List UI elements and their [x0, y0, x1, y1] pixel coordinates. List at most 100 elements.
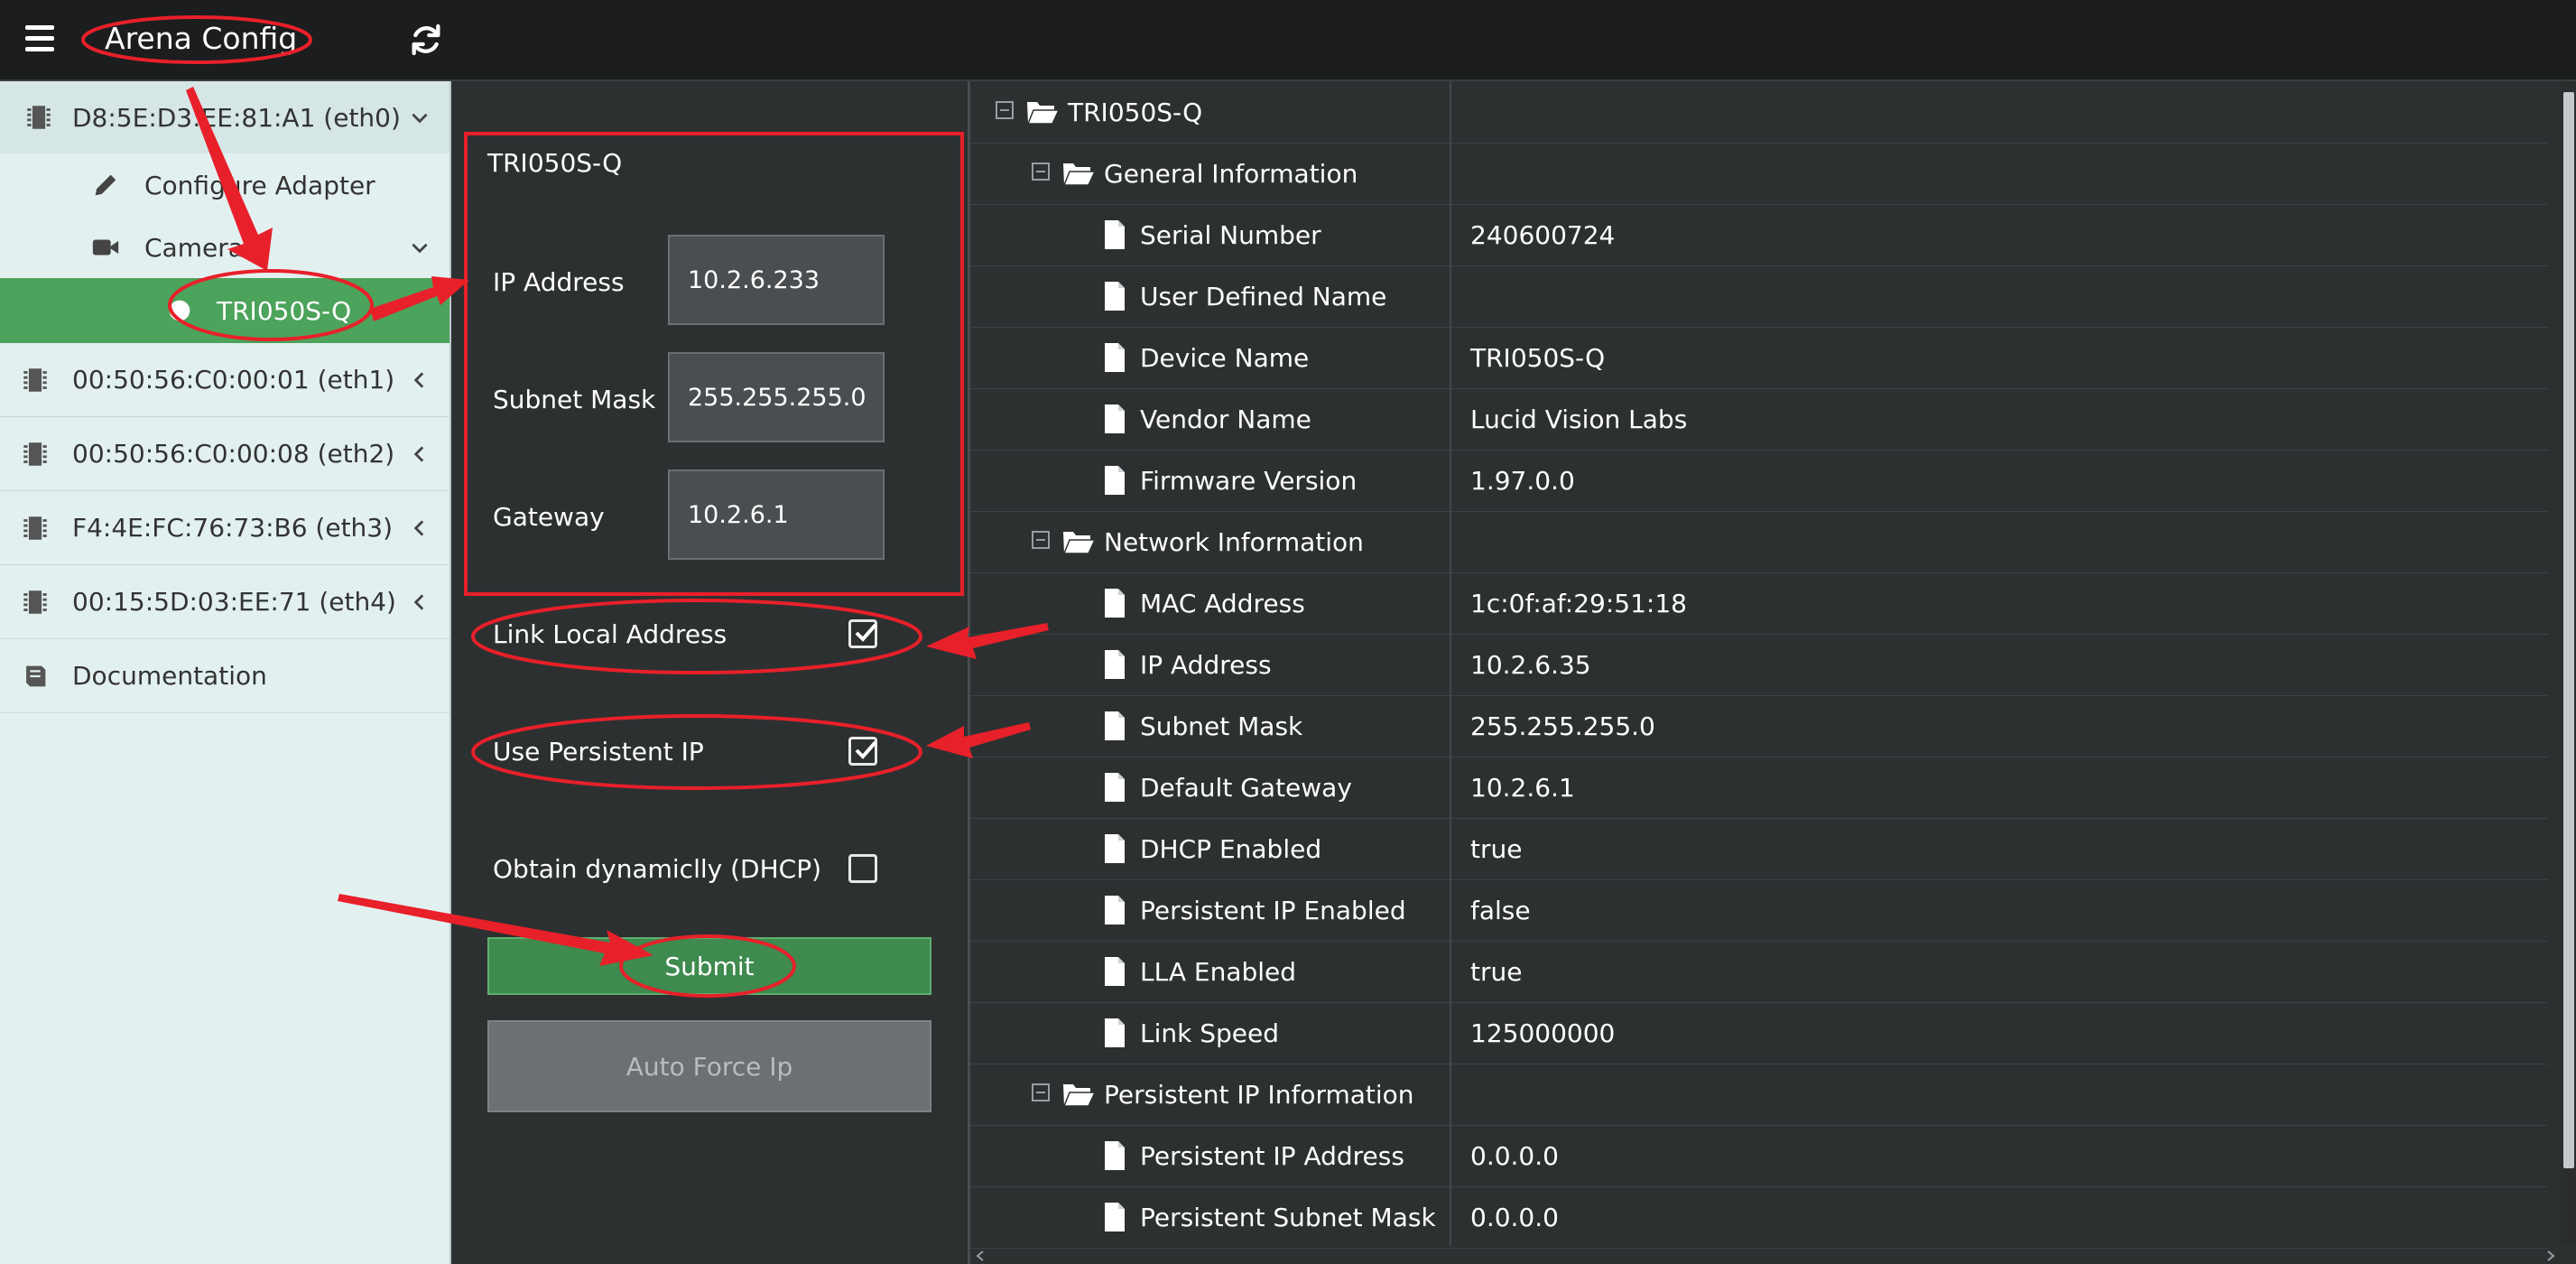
scroll-right-icon[interactable]	[2544, 1250, 2557, 1262]
subnet-mask-label: Subnet Mask	[493, 385, 656, 414]
property-name: User Defined Name	[1140, 281, 1387, 311]
auto-force-ip-button[interactable]: Auto Force Ip	[487, 1020, 931, 1112]
tree-property-row[interactable]: Vendor Name Lucid Vision Labs	[970, 388, 2548, 451]
property-value: 0.0.0.0	[1470, 1140, 1559, 1171]
sidebar-item-label: TRI050S-Q	[217, 295, 352, 326]
property-tree: TRI050S-Q General Information Serial Numbe…	[968, 81, 2576, 1264]
sidebar-item-label: 00:50:56:C0:00:08 (eth2)	[72, 439, 395, 469]
sidebar-item-cameras[interactable]: Cameras	[0, 217, 449, 278]
chevron-left-icon	[413, 593, 424, 610]
sidebar-item-documentation[interactable]: Documentation	[0, 639, 449, 713]
tree-property-row[interactable]: IP Address 10.2.6.35	[970, 634, 2548, 696]
sidebar-item-configure-adapter[interactable]: Configure Adapter	[0, 153, 449, 217]
tree-property-row[interactable]: Default Gateway 10.2.6.1	[970, 757, 2548, 819]
property-name: Default Gateway	[1140, 772, 1352, 803]
sidebar-item-eth1[interactable]: 00:50:56:C0:00:01 (eth1)	[0, 343, 449, 417]
tree-property-row[interactable]: Device Name TRI050S-Q	[970, 327, 2548, 389]
sidebar-item-label: 00:15:5D:03:EE:71 (eth4)	[72, 587, 396, 617]
file-icon	[1105, 957, 1125, 986]
checkmark-icon	[855, 623, 877, 642]
video-camera-icon	[92, 239, 119, 256]
tree-property-row[interactable]: LLA Enabled true	[970, 941, 2548, 1003]
tree-property-row[interactable]: Persistent IP Address 0.0.0.0	[970, 1125, 2548, 1187]
sidebar-item-eth3[interactable]: F4:4E:FC:76:73:B6 (eth3)	[0, 491, 449, 565]
hamburger-icon[interactable]	[25, 25, 54, 52]
tree-property-row[interactable]: DHCP Enabled true	[970, 818, 2548, 880]
tree-row-root[interactable]: TRI050S-Q	[970, 81, 2548, 144]
submit-button[interactable]: Submit	[487, 937, 931, 995]
sidebar-item-camera-tri050s-q[interactable]: TRI050S-Q	[0, 278, 449, 343]
sidebar: D8:5E:D3:EE:81:A1 (eth0) Configure Adapt…	[0, 81, 452, 1264]
circle-icon	[169, 300, 190, 321]
use-persistent-ip-label: Use Persistent IP	[493, 737, 704, 767]
ip-address-input[interactable]: 10.2.6.233	[668, 235, 885, 325]
app-title: Arena Config	[105, 21, 298, 56]
property-name: IP Address	[1140, 649, 1272, 680]
tree-property-row[interactable]: Persistent Subnet Mask 0.0.0.0	[970, 1186, 2548, 1249]
link-local-address-label: Link Local Address	[493, 619, 727, 649]
sidebar-item-label: F4:4E:FC:76:73:B6 (eth3)	[72, 513, 394, 543]
collapse-icon[interactable]	[996, 101, 1014, 119]
chevron-down-icon	[412, 243, 428, 254]
folder-open-icon	[1062, 532, 1097, 554]
scrollbar-thumb[interactable]	[2563, 92, 2574, 1168]
folder-open-icon	[1062, 163, 1097, 186]
tree-group-row[interactable]: Network Information	[970, 511, 2548, 573]
chevron-left-icon	[413, 519, 424, 536]
tree-property-row[interactable]: Subnet Mask 255.255.255.0	[970, 695, 2548, 757]
collapse-icon[interactable]	[1032, 531, 1050, 549]
horizontal-scrollbar[interactable]	[970, 1246, 2561, 1264]
tree-property-row[interactable]: Firmware Version 1.97.0.0	[970, 450, 2548, 512]
sidebar-item-eth2[interactable]: 00:50:56:C0:00:08 (eth2)	[0, 417, 449, 491]
tree-property-row[interactable]: Link Speed 125000000	[970, 1002, 2548, 1064]
sidebar-item-eth4[interactable]: 00:15:5D:03:EE:71 (eth4)	[0, 565, 449, 639]
property-name: Device Name	[1140, 342, 1310, 373]
property-name: DHCP Enabled	[1140, 833, 1322, 864]
tree-property-row[interactable]: User Defined Name	[970, 265, 2548, 328]
file-icon	[1105, 1141, 1125, 1170]
chip-icon	[27, 106, 51, 129]
chevron-left-icon	[413, 371, 424, 388]
property-name: Subnet Mask	[1140, 711, 1303, 741]
sidebar-item-eth0[interactable]: D8:5E:D3:EE:81:A1 (eth0)	[0, 81, 449, 153]
property-name: MAC Address	[1140, 588, 1305, 618]
use-persistent-ip-checkbox[interactable]	[848, 737, 877, 766]
tree-property-row[interactable]: Serial Number 240600724	[970, 204, 2548, 266]
property-value: 0.0.0.0	[1470, 1202, 1559, 1232]
collapse-icon[interactable]	[1032, 1083, 1050, 1101]
property-name: Persistent IP Enabled	[1140, 895, 1406, 925]
scroll-left-icon[interactable]	[974, 1250, 987, 1262]
property-name: Persistent Subnet Mask	[1140, 1202, 1436, 1232]
book-icon	[26, 665, 46, 686]
vertical-scrollbar[interactable]	[2561, 81, 2576, 1246]
file-icon	[1105, 282, 1125, 311]
property-name: Link Speed	[1140, 1018, 1280, 1048]
file-icon	[1105, 650, 1125, 679]
property-value: 240600724	[1470, 219, 1616, 250]
property-value: 1.97.0.0	[1470, 465, 1575, 496]
collapse-icon[interactable]	[1032, 163, 1050, 181]
tree-group-row[interactable]: General Information	[970, 143, 2548, 205]
tree-group-row[interactable]: Persistent IP Information	[970, 1064, 2548, 1126]
link-local-address-checkbox[interactable]	[848, 619, 877, 648]
file-icon	[1105, 220, 1125, 249]
property-value: false	[1470, 895, 1531, 925]
tree-group-name: Network Information	[1104, 526, 1364, 557]
refresh-icon[interactable]	[408, 22, 444, 58]
file-icon	[1105, 834, 1125, 863]
dhcp-checkbox[interactable]	[848, 854, 877, 883]
sidebar-item-label: D8:5E:D3:EE:81:A1 (eth0)	[72, 102, 401, 133]
tree-property-row[interactable]: MAC Address 1c:0f:af:29:51:18	[970, 572, 2548, 635]
property-value: TRI050S-Q	[1470, 342, 1606, 373]
property-value: 10.2.6.35	[1470, 649, 1591, 680]
chip-icon	[23, 367, 47, 392]
tree-property-row[interactable]: Persistent IP Enabled false	[970, 879, 2548, 942]
subnet-mask-input[interactable]: 255.255.255.0	[668, 352, 885, 442]
gateway-input[interactable]: 10.2.6.1	[668, 469, 885, 560]
checkmark-icon	[855, 740, 877, 759]
device-title: TRI050S-Q	[487, 148, 623, 178]
tree-group-name: Persistent IP Information	[1104, 1079, 1414, 1110]
folder-open-icon	[1026, 102, 1061, 125]
adapter-config-form: TRI050S-Q IP Address 10.2.6.233 Subnet M…	[451, 81, 968, 1264]
dhcp-label: Obtain dynamiclly (DHCP)	[493, 854, 821, 884]
